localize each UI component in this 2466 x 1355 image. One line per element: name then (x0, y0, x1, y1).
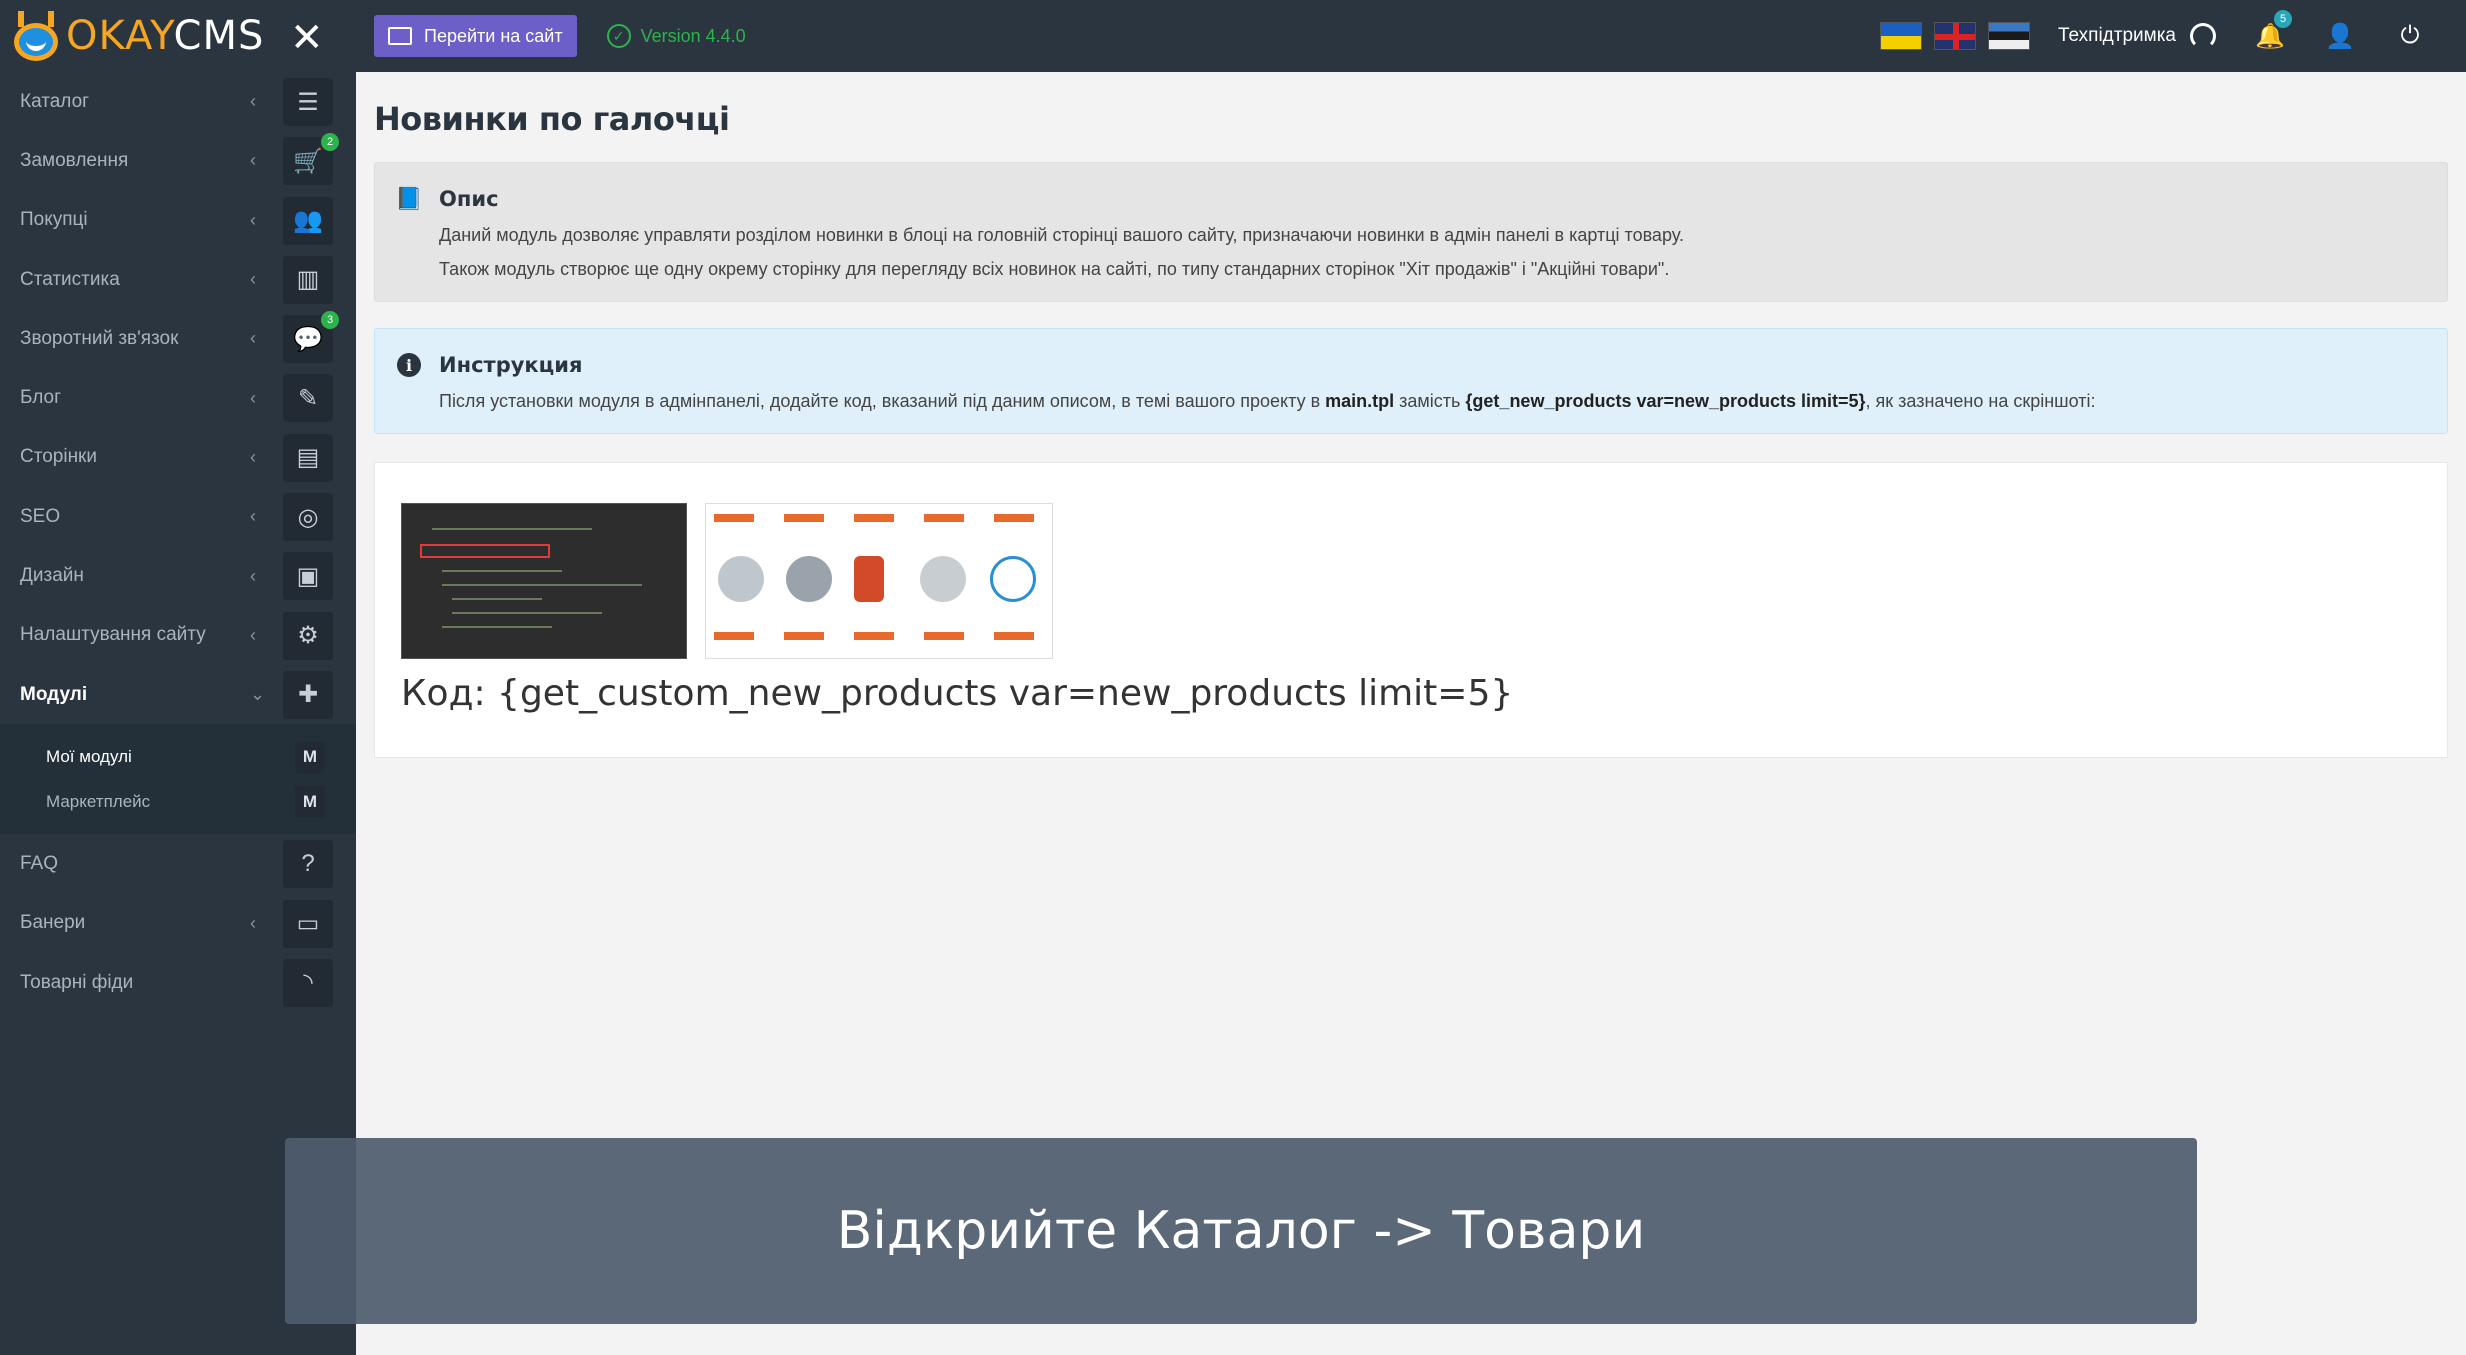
bar-chart-icon: ▥ (283, 255, 333, 304)
instruction-heading: Инструкция (439, 353, 583, 377)
sidebar-item-feeds[interactable]: Товарні фіди ◝ (0, 953, 356, 1012)
modules-submenu: Мої модулі M Маркетплейс M (0, 724, 356, 835)
chevron-down-icon: ⌄ (250, 684, 266, 705)
feedback-badge: 3 (321, 311, 339, 330)
sidebar-item-pages[interactable]: Сторінки ‹ ▤ (0, 428, 356, 487)
chevron-left-icon: ‹ (250, 150, 256, 171)
code-snippet: Код: {get_custom_new_products var=new_pr… (401, 673, 1514, 714)
sidebar-menu: Каталог ‹ ☰ Замовлення ‹ 🛒 2 Покупці ‹ 👥 … (0, 72, 356, 724)
chevron-left-icon: ‹ (250, 269, 256, 290)
screenshots-card: Код: {get_custom_new_products var=new_pr… (374, 462, 2448, 758)
chevron-left-icon: ‹ (250, 387, 256, 408)
user-icon[interactable]: 👤 (2325, 22, 2355, 50)
close-sidebar-icon[interactable]: ✕ (290, 18, 324, 58)
target-icon: ◎ (283, 493, 333, 542)
logo-text[interactable]: OKAYCMS (66, 13, 264, 59)
sidebar-item-banners[interactable]: Банери ‹ ▭ (0, 894, 356, 953)
sidebar-item-orders[interactable]: Замовлення ‹ 🛒 2 (0, 131, 356, 190)
puzzle-icon: ✚ (283, 670, 333, 719)
sidebar-item-seo[interactable]: SEO ‹ ◎ (0, 487, 356, 546)
gear-icon: ⚙ (283, 611, 333, 660)
description-heading: Опис (439, 187, 499, 211)
video-caption: Відкрийте Каталог -> Товари (285, 1138, 2197, 1324)
sidebar-item-customers[interactable]: Покупці ‹ 👥 (0, 191, 356, 250)
description-line-2: Також модуль створює ще одну окрему стор… (439, 259, 1670, 279)
flag-ua-icon[interactable] (1879, 22, 1922, 50)
chevron-left-icon: ‹ (250, 446, 256, 467)
sidebar-subitem-marketplace[interactable]: Маркетплейс M (0, 779, 356, 824)
instruction-box: i Инструкция Після установки модуля в ад… (374, 328, 2448, 434)
orders-badge: 2 (321, 133, 339, 152)
sidebar-item-design[interactable]: Дизайн ‹ ▣ (0, 546, 356, 605)
bell-icon[interactable]: 🔔 5 (2255, 10, 2292, 50)
chevron-left-icon: ‹ (250, 506, 256, 527)
shop-screenshot-thumbnail[interactable] (705, 503, 1053, 659)
power-icon[interactable]: ⏻ (2396, 22, 2424, 50)
m-badge: M (295, 786, 325, 819)
page-title: Новинки по галочці (374, 100, 730, 138)
top-right-actions: Техпідтримка 🔔 5 👤 ⏻ (1879, 0, 2466, 72)
book-icon: 📘 (395, 186, 423, 211)
support-icon[interactable] (2190, 23, 2216, 49)
design-icon: ▣ (283, 552, 333, 601)
sidebar-item-faq[interactable]: FAQ ? (0, 834, 356, 893)
banner-icon: ▭ (283, 899, 333, 948)
cart-icon: 🛒 2 (283, 133, 339, 186)
sidebar-item-feedback[interactable]: Зворотний зв'язок ‹ 💬 3 (0, 309, 356, 368)
support-link[interactable]: Техпідтримка (2058, 25, 2176, 47)
chevron-left-icon: ‹ (250, 91, 256, 112)
logo-bar: OKAYCMS ✕ (0, 0, 356, 72)
info-icon: i (397, 353, 421, 377)
sidebar-menu-bottom: FAQ ? Банери ‹ ▭ Товарні фіди ◝ (0, 834, 356, 1012)
notifications-badge: 5 (2274, 10, 2292, 28)
top-bar: Перейти на сайт ✓ Version 4.4.0 Техпідтр… (356, 0, 2466, 72)
sidebar-item-blog[interactable]: Блог ‹ ✎ (0, 368, 356, 427)
sidebar-item-modules[interactable]: Модулі ⌄ ✚ (0, 665, 356, 724)
flag-ee-icon[interactable] (1987, 22, 2030, 50)
logo-icon (14, 11, 58, 61)
description-line-1: Даний модуль дозволяє управляти розділом… (439, 225, 1684, 245)
flag-uk-icon[interactable] (1933, 22, 1976, 50)
pencil-icon: ✎ (283, 374, 333, 423)
check-circle-icon: ✓ (606, 24, 631, 48)
sidebar-item-catalog[interactable]: Каталог ‹ ☰ (0, 72, 356, 131)
chevron-left-icon: ‹ (250, 209, 256, 230)
sidebar-item-statistics[interactable]: Статистика ‹ ▥ (0, 250, 356, 309)
comments-icon: 💬 3 (283, 311, 339, 364)
version-info: ✓ Version 4.4.0 (606, 24, 746, 48)
sidebar-subitem-my-modules[interactable]: Мої модулі M (0, 734, 356, 779)
pages-icon: ▤ (283, 433, 333, 482)
go-to-site-button[interactable]: Перейти на сайт (374, 15, 577, 57)
chevron-left-icon: ‹ (250, 912, 256, 933)
question-icon: ? (283, 840, 333, 889)
m-badge: M (295, 741, 325, 774)
chevron-left-icon: ‹ (250, 565, 256, 586)
users-icon: 👥 (283, 196, 333, 245)
instruction-text: Після установки модуля в адмінпанелі, до… (439, 391, 2096, 411)
chevron-left-icon: ‹ (250, 624, 256, 645)
list-icon: ☰ (283, 78, 333, 126)
sidebar-item-settings[interactable]: Налаштування сайту ‹ ⚙ (0, 606, 356, 665)
chevron-left-icon: ‹ (250, 328, 256, 349)
rss-icon: ◝ (283, 958, 333, 1007)
code-screenshot-thumbnail[interactable] (401, 503, 687, 659)
description-box: 📘 Опис Даний модуль дозволяє управляти р… (374, 162, 2448, 302)
monitor-icon (388, 27, 412, 45)
